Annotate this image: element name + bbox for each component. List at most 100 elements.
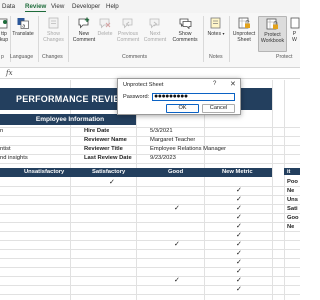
value-last-review-date[interactable]: 9/23/2023 xyxy=(150,154,176,163)
check-mark[interactable]: ✓ xyxy=(236,205,242,213)
accessibility-label: ttp kup xyxy=(0,31,9,43)
password-input[interactable]: ●●●●●●●●● xyxy=(152,93,235,101)
value-reviewer-title[interactable]: Employee Relations Manager xyxy=(150,145,226,154)
gridline xyxy=(0,258,300,259)
header-unsatisfactory: Unsatisfactory xyxy=(24,169,65,175)
previous-comment-icon xyxy=(122,18,133,29)
check-mark[interactable]: ✓ xyxy=(236,241,242,249)
check-mark[interactable]: ✓ xyxy=(236,214,242,222)
protect-workbook-label: Protect Workbook xyxy=(260,32,285,44)
check-mark[interactable]: ✓ xyxy=(109,179,115,187)
label-last-review-date[interactable]: Last Review Date xyxy=(84,154,132,163)
delete-comment-label: Delete xyxy=(97,31,113,37)
previous-comment-button[interactable]: Previous Comment xyxy=(115,17,141,43)
group-label-changes: Changes xyxy=(42,54,63,60)
right-label-5[interactable]: Goo xyxy=(287,214,299,223)
new-comment-icon xyxy=(78,17,89,29)
gridline xyxy=(0,249,300,250)
tab-review[interactable]: Review xyxy=(25,2,47,12)
svg-text:a: a xyxy=(22,24,25,30)
translate-icon: a xyxy=(17,18,29,30)
notes-label: Notes xyxy=(207,31,222,37)
next-comment-button[interactable]: Next Comment xyxy=(142,17,168,43)
gridline xyxy=(0,186,300,187)
check-mark[interactable]: ✓ xyxy=(174,205,180,213)
previous-comment-label: Previous Comment xyxy=(116,31,140,43)
show-comments-icon xyxy=(179,18,191,29)
group-label-language: Language xyxy=(10,54,34,60)
header-new-metric: New Metric xyxy=(222,169,253,175)
dialog-title: Unprotect Sheet xyxy=(123,82,164,88)
help-icon[interactable]: ? xyxy=(213,81,216,87)
group-label-comments: Comments xyxy=(122,54,148,60)
cell-left-4[interactable]: nd insights xyxy=(0,154,70,163)
translate-label: Translate xyxy=(12,31,34,37)
value-reviewer-name[interactable]: Margaret Teacher xyxy=(150,136,195,145)
notes-button[interactable]: Notes ▾ xyxy=(205,17,227,37)
close-icon[interactable]: ✕ xyxy=(230,80,236,88)
tab-help[interactable]: Help xyxy=(106,2,119,12)
show-comments-label: Show Comments xyxy=(172,31,198,43)
tab-view[interactable]: View xyxy=(51,2,64,12)
unprotect-sheet-icon xyxy=(238,17,250,29)
unprotect-sheet-label: Unprotect Sheet xyxy=(232,31,256,43)
show-changes-label: Show Changes xyxy=(43,31,64,43)
allow-edit-ranges-button[interactable]: P W xyxy=(289,17,300,43)
check-mark[interactable]: ✓ xyxy=(236,223,242,231)
fx-icon[interactable]: fx xyxy=(6,69,13,77)
tab-developer[interactable]: Developer xyxy=(72,2,100,12)
value-hire-date[interactable]: 5/3/2021 xyxy=(150,127,173,136)
right-label-3[interactable]: Uns xyxy=(287,196,298,205)
label-reviewer-title[interactable]: Reviewer Title xyxy=(84,145,123,154)
show-comments-button[interactable]: Show Comments xyxy=(170,17,200,43)
cancel-button[interactable]: Cancel xyxy=(202,104,235,113)
menu-bar: Data Review View Developer Help xyxy=(0,0,300,13)
gridline xyxy=(0,213,300,214)
metrics-header-row: Unsatisfactory Satisfactory Good New Met… xyxy=(0,168,272,177)
new-comment-label: New Comment xyxy=(72,31,96,43)
group-separator xyxy=(203,16,204,62)
accessibility-icon xyxy=(0,18,8,29)
right-label-2[interactable]: Ne xyxy=(287,187,294,196)
password-label: Password: xyxy=(123,94,150,100)
delete-comment-button[interactable]: Delete xyxy=(96,17,114,37)
check-accessibility-button[interactable]: ttp kup xyxy=(0,17,10,43)
tab-data[interactable]: Data xyxy=(2,2,15,12)
check-mark[interactable]: ✓ xyxy=(236,196,242,204)
right-label-4[interactable]: Sati xyxy=(287,205,298,214)
header-satisfactory: Satisfactory xyxy=(92,169,126,175)
check-mark[interactable]: ✓ xyxy=(236,268,242,276)
check-mark[interactable]: ✓ xyxy=(174,241,180,249)
check-mark[interactable]: ✓ xyxy=(174,277,180,285)
translate-button[interactable]: a Translate xyxy=(11,17,35,37)
cell-left-1[interactable]: n xyxy=(0,127,70,136)
header-good: Good xyxy=(168,169,184,175)
next-comment-label: Next Comment xyxy=(143,31,167,43)
show-changes-button[interactable]: Show Changes xyxy=(40,17,67,43)
check-mark[interactable]: ✓ xyxy=(236,232,242,240)
right-label-6[interactable]: Ne xyxy=(287,223,294,232)
group-separator xyxy=(68,16,69,62)
check-mark[interactable]: ✓ xyxy=(236,250,242,258)
check-mark[interactable]: ✓ xyxy=(236,259,242,267)
new-comment-button[interactable]: New Comment xyxy=(70,17,98,43)
gridline xyxy=(0,222,300,223)
group-label-notes: Notes xyxy=(209,54,223,60)
cell-left-3[interactable]: ntist xyxy=(0,145,70,154)
unprotect-sheet-dialog: Unprotect Sheet ? ✕ Password: ●●●●●●●●● … xyxy=(117,78,241,115)
unprotect-sheet-button[interactable]: Unprotect Sheet xyxy=(231,17,257,43)
check-mark[interactable]: ✓ xyxy=(236,277,242,285)
check-mark[interactable]: ✓ xyxy=(236,187,242,195)
label-hire-date[interactable]: Hire Date xyxy=(84,127,109,136)
chevron-down-icon: ▾ xyxy=(222,31,225,36)
group-label-proofing: p xyxy=(1,54,4,60)
gridline xyxy=(0,294,300,295)
protect-workbook-button[interactable]: Protect Workbook xyxy=(258,16,287,52)
gridline xyxy=(0,231,300,232)
label-reviewer-name[interactable]: Reviewer Name xyxy=(84,136,127,145)
right-panel-header: it xyxy=(284,168,300,175)
check-mark[interactable]: ✓ xyxy=(236,286,242,294)
right-label-1[interactable]: Poo xyxy=(287,178,298,187)
ok-button[interactable]: OK xyxy=(166,104,199,113)
ribbon: ttp kup p a Translate Language Show Chan… xyxy=(0,13,300,68)
